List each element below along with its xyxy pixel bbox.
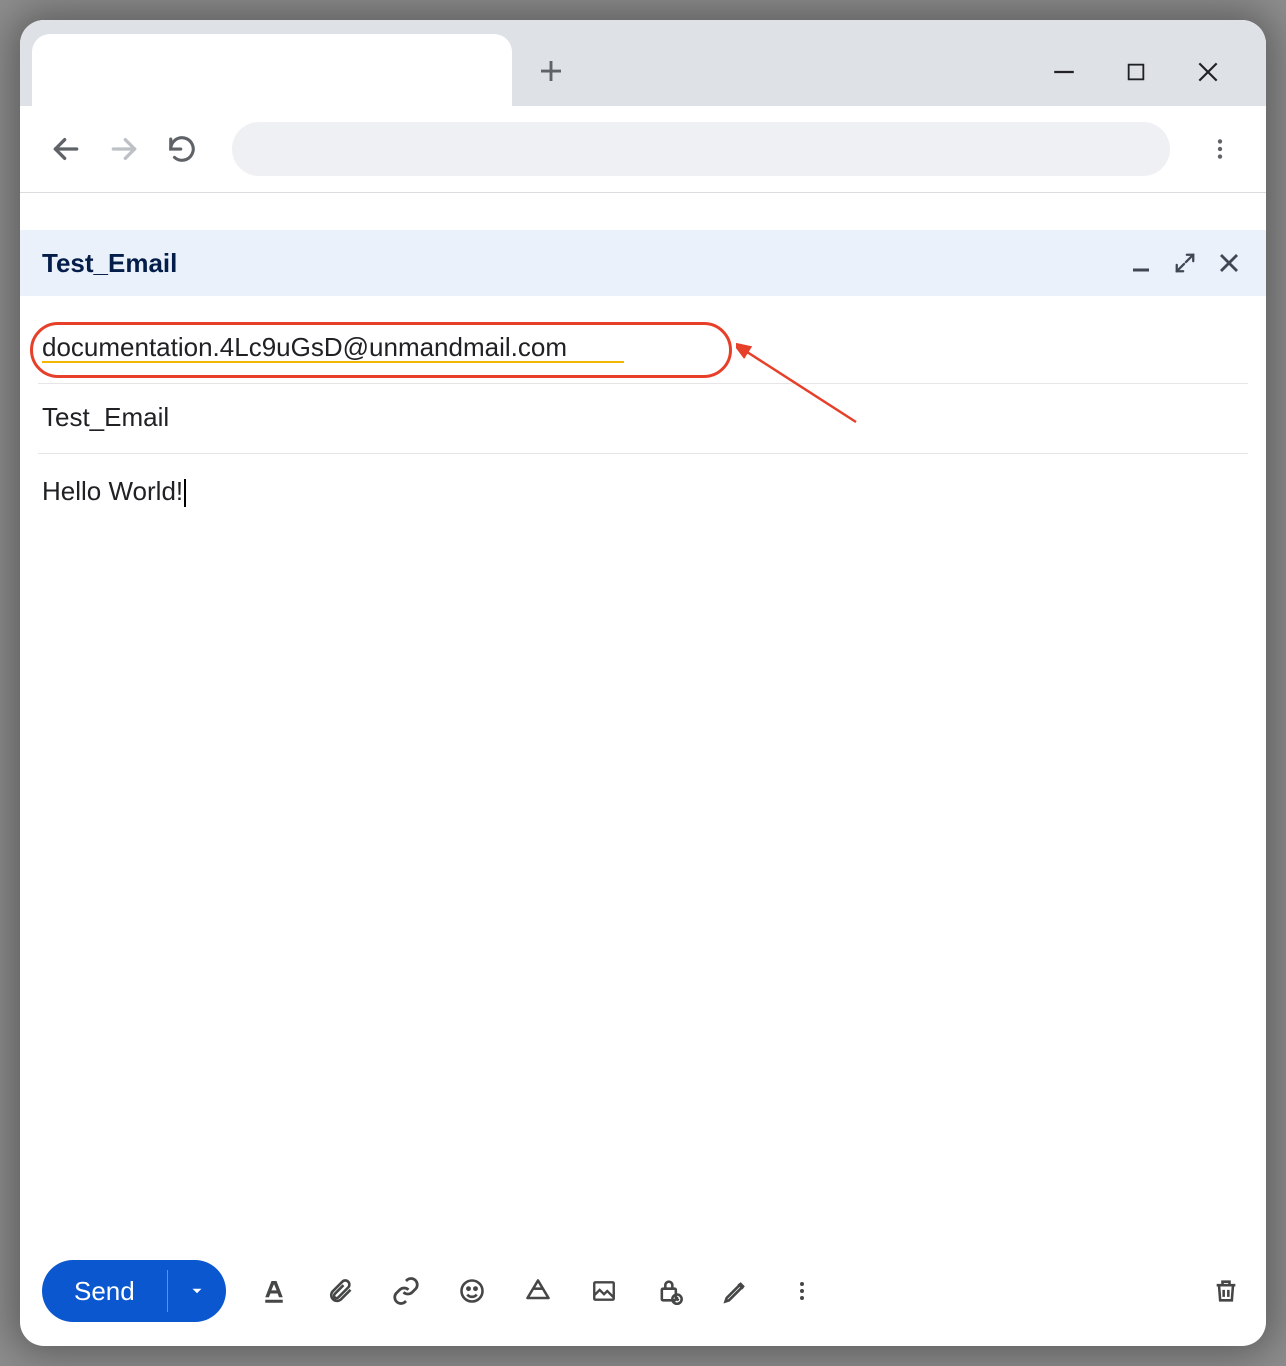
compose-footer: Send bbox=[20, 1236, 1266, 1346]
caret-down-icon bbox=[188, 1282, 206, 1300]
browser-tab[interactable] bbox=[32, 34, 512, 106]
compose-fields: documentation.4Lc9uGsD@unmandmail.com Te… bbox=[20, 296, 1266, 454]
compose-close-button[interactable] bbox=[1214, 248, 1244, 278]
formatting-button[interactable] bbox=[256, 1273, 292, 1309]
more-options-button[interactable] bbox=[784, 1273, 820, 1309]
text-format-icon bbox=[259, 1276, 289, 1306]
subject-field[interactable]: Test_Email bbox=[38, 384, 1248, 454]
minimize-icon bbox=[1129, 251, 1153, 275]
send-button-group: Send bbox=[42, 1260, 226, 1322]
compose-minimize-button[interactable] bbox=[1126, 248, 1156, 278]
compose-expand-button[interactable] bbox=[1170, 248, 1200, 278]
pen-icon bbox=[722, 1277, 750, 1305]
text-caret bbox=[184, 479, 186, 507]
emoji-icon bbox=[458, 1277, 486, 1305]
expand-icon bbox=[1174, 252, 1196, 274]
kebab-icon bbox=[1207, 136, 1233, 162]
send-more-button[interactable] bbox=[168, 1260, 226, 1322]
image-icon bbox=[591, 1278, 617, 1304]
insert-image-button[interactable] bbox=[586, 1273, 622, 1309]
insert-signature-button[interactable] bbox=[718, 1273, 754, 1309]
browser-chrome bbox=[20, 20, 1266, 230]
compose-header: Test_Email bbox=[20, 230, 1266, 296]
toolbar-divider bbox=[20, 192, 1266, 193]
confidential-mode-button[interactable] bbox=[652, 1273, 688, 1309]
url-bar[interactable] bbox=[232, 122, 1170, 176]
plus-icon bbox=[536, 56, 566, 86]
link-icon bbox=[391, 1276, 421, 1306]
arrow-right-icon bbox=[108, 133, 140, 165]
recipient-value: documentation.4Lc9uGsD@unmandmail.com bbox=[42, 332, 567, 362]
compose-body[interactable]: Hello World! bbox=[20, 454, 1266, 1236]
browser-menu-button[interactable] bbox=[1200, 129, 1240, 169]
window-minimize-button[interactable] bbox=[1050, 58, 1078, 86]
reload-icon bbox=[167, 134, 197, 164]
insert-link-button[interactable] bbox=[388, 1273, 424, 1309]
close-icon bbox=[1217, 251, 1241, 275]
minimize-icon bbox=[1051, 59, 1077, 85]
insert-drive-button[interactable] bbox=[520, 1273, 556, 1309]
insert-emoji-button[interactable] bbox=[454, 1273, 490, 1309]
compose-window: Test_Email documentation.4Lc9uGsD@unmand… bbox=[20, 230, 1266, 1346]
kebab-icon bbox=[790, 1279, 814, 1303]
attach-button[interactable] bbox=[322, 1273, 358, 1309]
back-button[interactable] bbox=[46, 129, 86, 169]
drive-icon bbox=[524, 1277, 552, 1305]
trash-icon bbox=[1212, 1277, 1240, 1305]
new-tab-button[interactable] bbox=[526, 46, 576, 96]
window-maximize-button[interactable] bbox=[1122, 58, 1150, 86]
arrow-left-icon bbox=[50, 133, 82, 165]
send-label: Send bbox=[74, 1276, 135, 1307]
forward-button[interactable] bbox=[104, 129, 144, 169]
window-close-button[interactable] bbox=[1194, 58, 1222, 86]
subject-value: Test_Email bbox=[42, 402, 169, 432]
window-controls bbox=[1050, 58, 1266, 106]
recipients-field[interactable]: documentation.4Lc9uGsD@unmandmail.com bbox=[38, 314, 1248, 384]
lock-clock-icon bbox=[656, 1277, 684, 1305]
discard-draft-button[interactable] bbox=[1208, 1273, 1244, 1309]
reload-button[interactable] bbox=[162, 129, 202, 169]
app-window: Test_Email documentation.4Lc9uGsD@unmand… bbox=[20, 20, 1266, 1346]
tab-strip bbox=[20, 20, 1266, 106]
browser-toolbar bbox=[20, 106, 1266, 192]
send-button[interactable]: Send bbox=[42, 1260, 167, 1322]
close-icon bbox=[1195, 59, 1221, 85]
body-text: Hello World! bbox=[42, 476, 183, 506]
maximize-icon bbox=[1125, 61, 1147, 83]
paperclip-icon bbox=[326, 1277, 354, 1305]
compose-title: Test_Email bbox=[42, 248, 177, 279]
